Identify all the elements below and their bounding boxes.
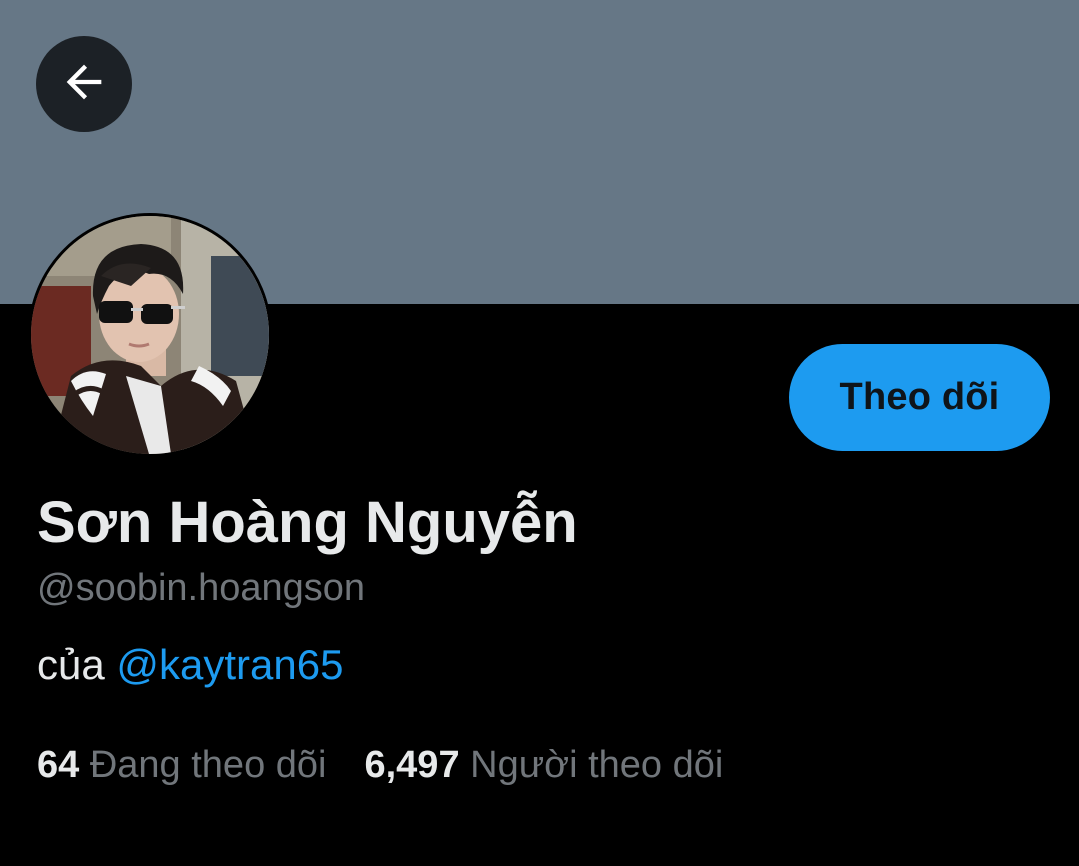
followers-count: 6,497 [364, 744, 460, 786]
followers-stat[interactable]: 6,497 Người theo dõi [364, 742, 723, 788]
username-handle: @soobin.hoangson [37, 567, 366, 609]
avatar[interactable] [28, 213, 272, 457]
following-stat[interactable]: 64 Đang theo dõi [37, 742, 326, 788]
bio-text: của [37, 641, 117, 688]
follow-button[interactable]: Theo dõi [789, 344, 1050, 451]
followers-label: Người theo dõi [470, 744, 724, 786]
avatar-photo [31, 216, 269, 454]
bio-mention-link[interactable]: @kaytran65 [116, 641, 343, 688]
arrow-left-icon [58, 56, 110, 113]
following-count: 64 [37, 744, 80, 786]
profile-stats: 64 Đang theo dõi 6,497 Người theo dõi [37, 742, 723, 788]
display-name: Sơn Hoàng Nguyễn [37, 490, 578, 555]
profile-bio: của @kaytran65 [37, 640, 343, 690]
back-button[interactable] [36, 36, 132, 132]
following-label: Đang theo dõi [89, 744, 327, 786]
profile-screen: Theo dõi Sơn Hoàng Nguyễn @soobin.hoangs… [0, 0, 1079, 866]
